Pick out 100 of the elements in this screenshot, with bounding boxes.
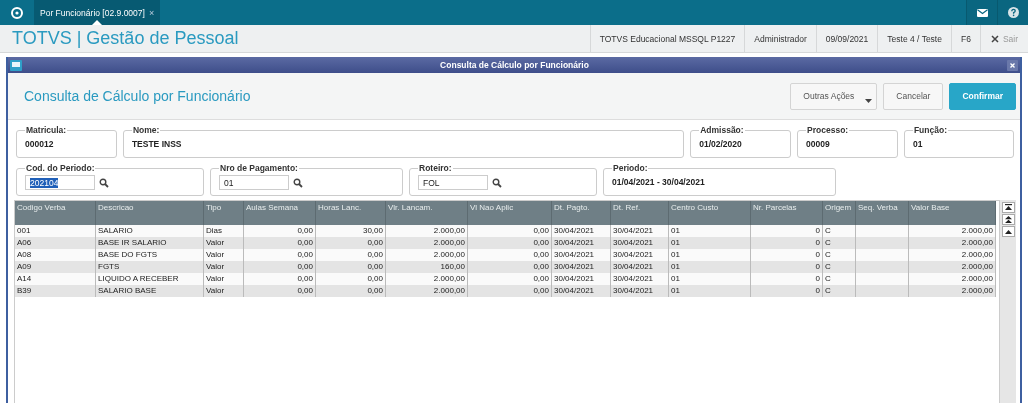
status-item: TOTVS Educacional MSSQL P1227 <box>589 25 745 52</box>
window-icon <box>10 59 22 71</box>
table-cell: B39 <box>15 285 96 297</box>
column-header[interactable]: Aulas Semana <box>244 201 316 225</box>
column-header[interactable]: Tipo <box>204 201 244 225</box>
table-cell: 0 <box>751 249 823 261</box>
field-value: 01 <box>912 138 924 149</box>
table-cell: BASE DO FGTS <box>96 249 204 261</box>
table-cell: 01 <box>669 225 751 237</box>
table-cell: SALARIO <box>96 225 204 237</box>
table-cell: 2.000,00 <box>386 285 468 297</box>
table-cell: 0,00 <box>316 285 386 297</box>
tab[interactable]: Por Funcionário [02.9.0007] × <box>34 0 161 25</box>
close-icon[interactable]: × <box>148 7 155 18</box>
caret-icon <box>865 98 873 103</box>
table-cell: 30/04/2021 <box>611 225 669 237</box>
field-value: 000012 <box>25 138 55 149</box>
help-icon[interactable] <box>1007 7 1019 18</box>
confirm-button[interactable]: Confirmar <box>949 82 1016 110</box>
table-cell: C <box>823 285 856 297</box>
table-cell: LIQUIDO A RECEBER <box>96 273 204 285</box>
table-cell: 0 <box>751 285 823 297</box>
table-cell: 30/04/2021 <box>552 273 611 285</box>
table-cell <box>856 237 909 249</box>
table-cell: 0,00 <box>244 273 316 285</box>
column-header[interactable]: Valor Base <box>909 201 996 225</box>
column-header[interactable]: Descricao <box>96 201 204 225</box>
scroll-up-button[interactable] <box>1001 226 1015 237</box>
logo-icon[interactable] <box>11 6 23 19</box>
field-value: 01/04/2021 - 30/04/2021 <box>612 176 706 187</box>
table-cell: 0,00 <box>316 249 386 261</box>
close-icon <box>990 34 999 43</box>
field-label: Processo: <box>806 125 850 135</box>
table-cell: Valor <box>204 261 244 273</box>
table-cell <box>856 249 909 261</box>
table-cell: 30/04/2021 <box>552 261 611 273</box>
up-icon <box>1004 229 1012 234</box>
table-cell: 0,00 <box>468 237 552 249</box>
page-heading: Consulta de Cálculo por Funcionário <box>24 88 252 104</box>
search-icon[interactable] <box>492 177 502 188</box>
field-label: Cod. do Periodo: <box>25 163 96 173</box>
column-header[interactable]: Nr. Parcelas <box>751 201 823 225</box>
table-cell: A09 <box>15 261 96 273</box>
input-field[interactable]: FOL <box>418 175 488 190</box>
column-header[interactable]: Centro Custo <box>669 201 751 225</box>
double-up-icon <box>1004 216 1012 223</box>
input-field[interactable]: 01 <box>219 175 289 190</box>
other-actions-button[interactable]: Outras Ações <box>790 82 878 110</box>
table-cell: 0,00 <box>316 273 386 285</box>
table-cell: 2.000,00 <box>386 225 468 237</box>
field-label: Nro de Pagamento: <box>219 163 299 173</box>
table-cell: FGTS <box>96 261 204 273</box>
exit-button[interactable]: Sair <box>979 25 1028 52</box>
app-title: TOTVS | Gestão de Pessoal <box>11 28 240 49</box>
table-cell: 0 <box>751 261 823 273</box>
table-cell: 30/04/2021 <box>552 249 611 261</box>
field-value: 00009 <box>806 138 831 149</box>
table-cell: 0,00 <box>468 249 552 261</box>
table-cell: A14 <box>15 273 96 285</box>
field-value: TESTE INSS <box>131 138 183 149</box>
column-header[interactable]: Vl Nao Aplic <box>468 201 552 225</box>
column-header[interactable]: Vlr. Lancam. <box>386 201 468 225</box>
table-cell: 2.000,00 <box>386 249 468 261</box>
table-cell: 0,00 <box>316 261 386 273</box>
table-cell: Dias <box>204 225 244 237</box>
table-cell: 01 <box>669 273 751 285</box>
column-header[interactable]: Origem <box>823 201 856 225</box>
table-cell <box>856 225 909 237</box>
table-cell: 30,00 <box>316 225 386 237</box>
column-header[interactable]: Codigo Verba <box>15 201 96 225</box>
table-cell: 30/04/2021 <box>552 285 611 297</box>
status-item: Administrador <box>744 25 816 52</box>
table-cell: 001 <box>15 225 96 237</box>
table-cell: 0,00 <box>244 225 316 237</box>
table-cell: 30/04/2021 <box>552 237 611 249</box>
close-icon[interactable] <box>1007 59 1018 71</box>
field-value: 01/02/2020 <box>699 138 743 149</box>
field-label: Roteiro: <box>418 163 453 173</box>
table-cell: 0,00 <box>244 285 316 297</box>
column-header[interactable]: Dt. Pagto. <box>552 201 611 225</box>
column-header[interactable]: Dt. Ref. <box>611 201 669 225</box>
search-icon[interactable] <box>99 177 109 188</box>
table-cell: 2.000,00 <box>909 285 996 297</box>
input-field[interactable]: 202104 <box>25 175 95 190</box>
column-header[interactable]: Horas Lanc. <box>316 201 386 225</box>
cancel-button[interactable]: Cancelar <box>883 82 944 110</box>
column-header[interactable]: Seq. Verba <box>856 201 909 225</box>
table-cell: 01 <box>669 237 751 249</box>
table-cell: 30/04/2021 <box>611 237 669 249</box>
mail-icon[interactable] <box>976 8 988 17</box>
field-label: Nome: <box>131 125 161 135</box>
table-cell <box>856 285 909 297</box>
table-cell: 2.000,00 <box>386 237 468 249</box>
search-icon[interactable] <box>293 177 303 188</box>
scroll-top-button[interactable] <box>1001 202 1015 213</box>
table-cell: 30/04/2021 <box>611 273 669 285</box>
page-up-button[interactable] <box>1001 214 1015 225</box>
table-cell: SALARIO BASE <box>96 285 204 297</box>
table-cell: 0,00 <box>244 237 316 249</box>
table-cell: 01 <box>669 261 751 273</box>
